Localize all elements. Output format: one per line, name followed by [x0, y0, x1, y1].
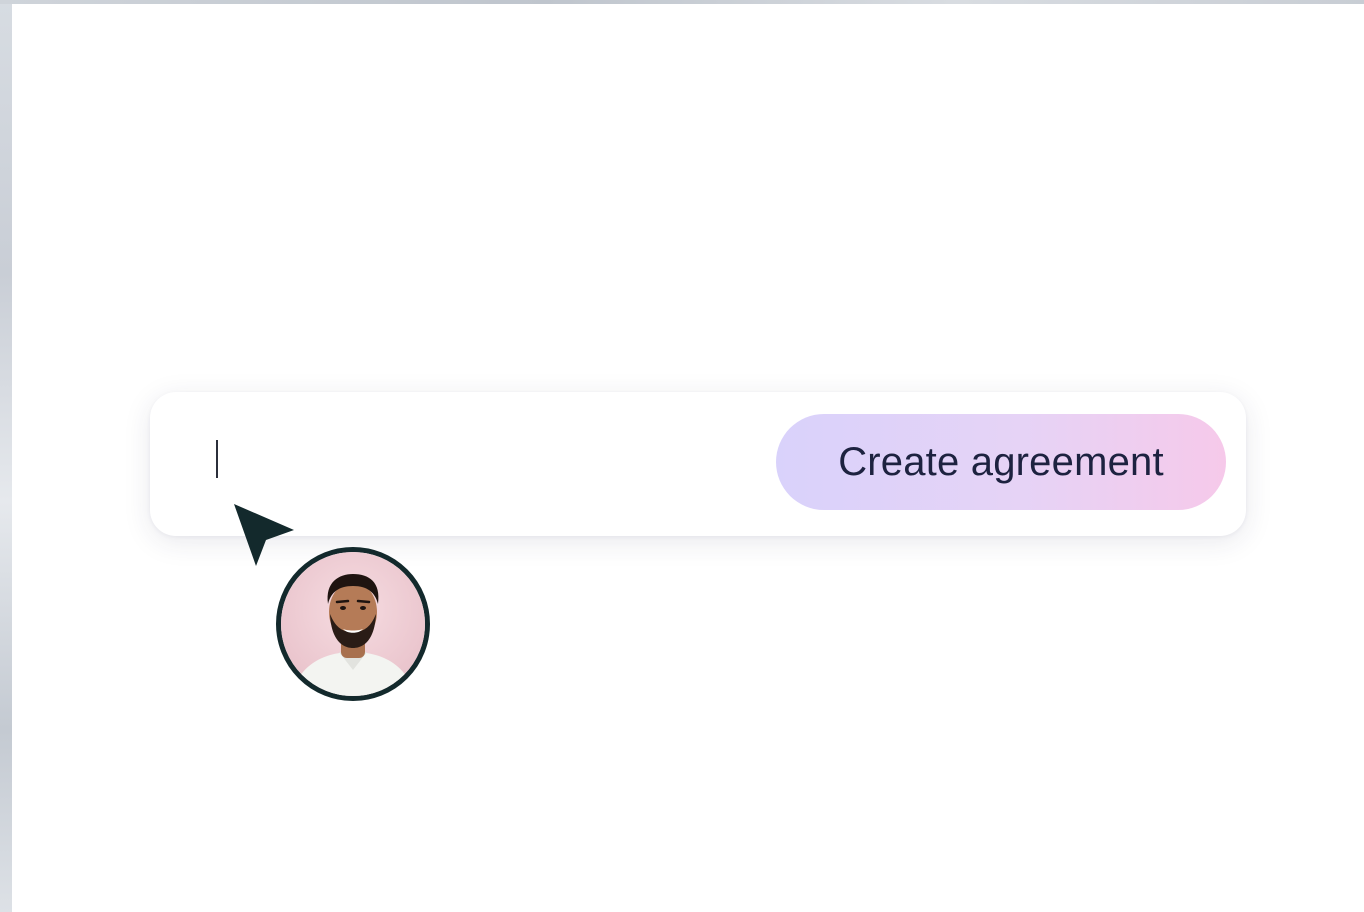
background-edge-left [0, 0, 12, 912]
pointer-arrow-icon [230, 502, 300, 572]
agreement-composer: Create agreement [150, 392, 1246, 536]
create-agreement-button[interactable]: Create agreement [776, 414, 1226, 510]
avatar-photo [281, 552, 425, 696]
user-avatar [276, 547, 430, 701]
agreement-prompt-input[interactable] [206, 428, 750, 494]
text-caret [216, 440, 218, 478]
